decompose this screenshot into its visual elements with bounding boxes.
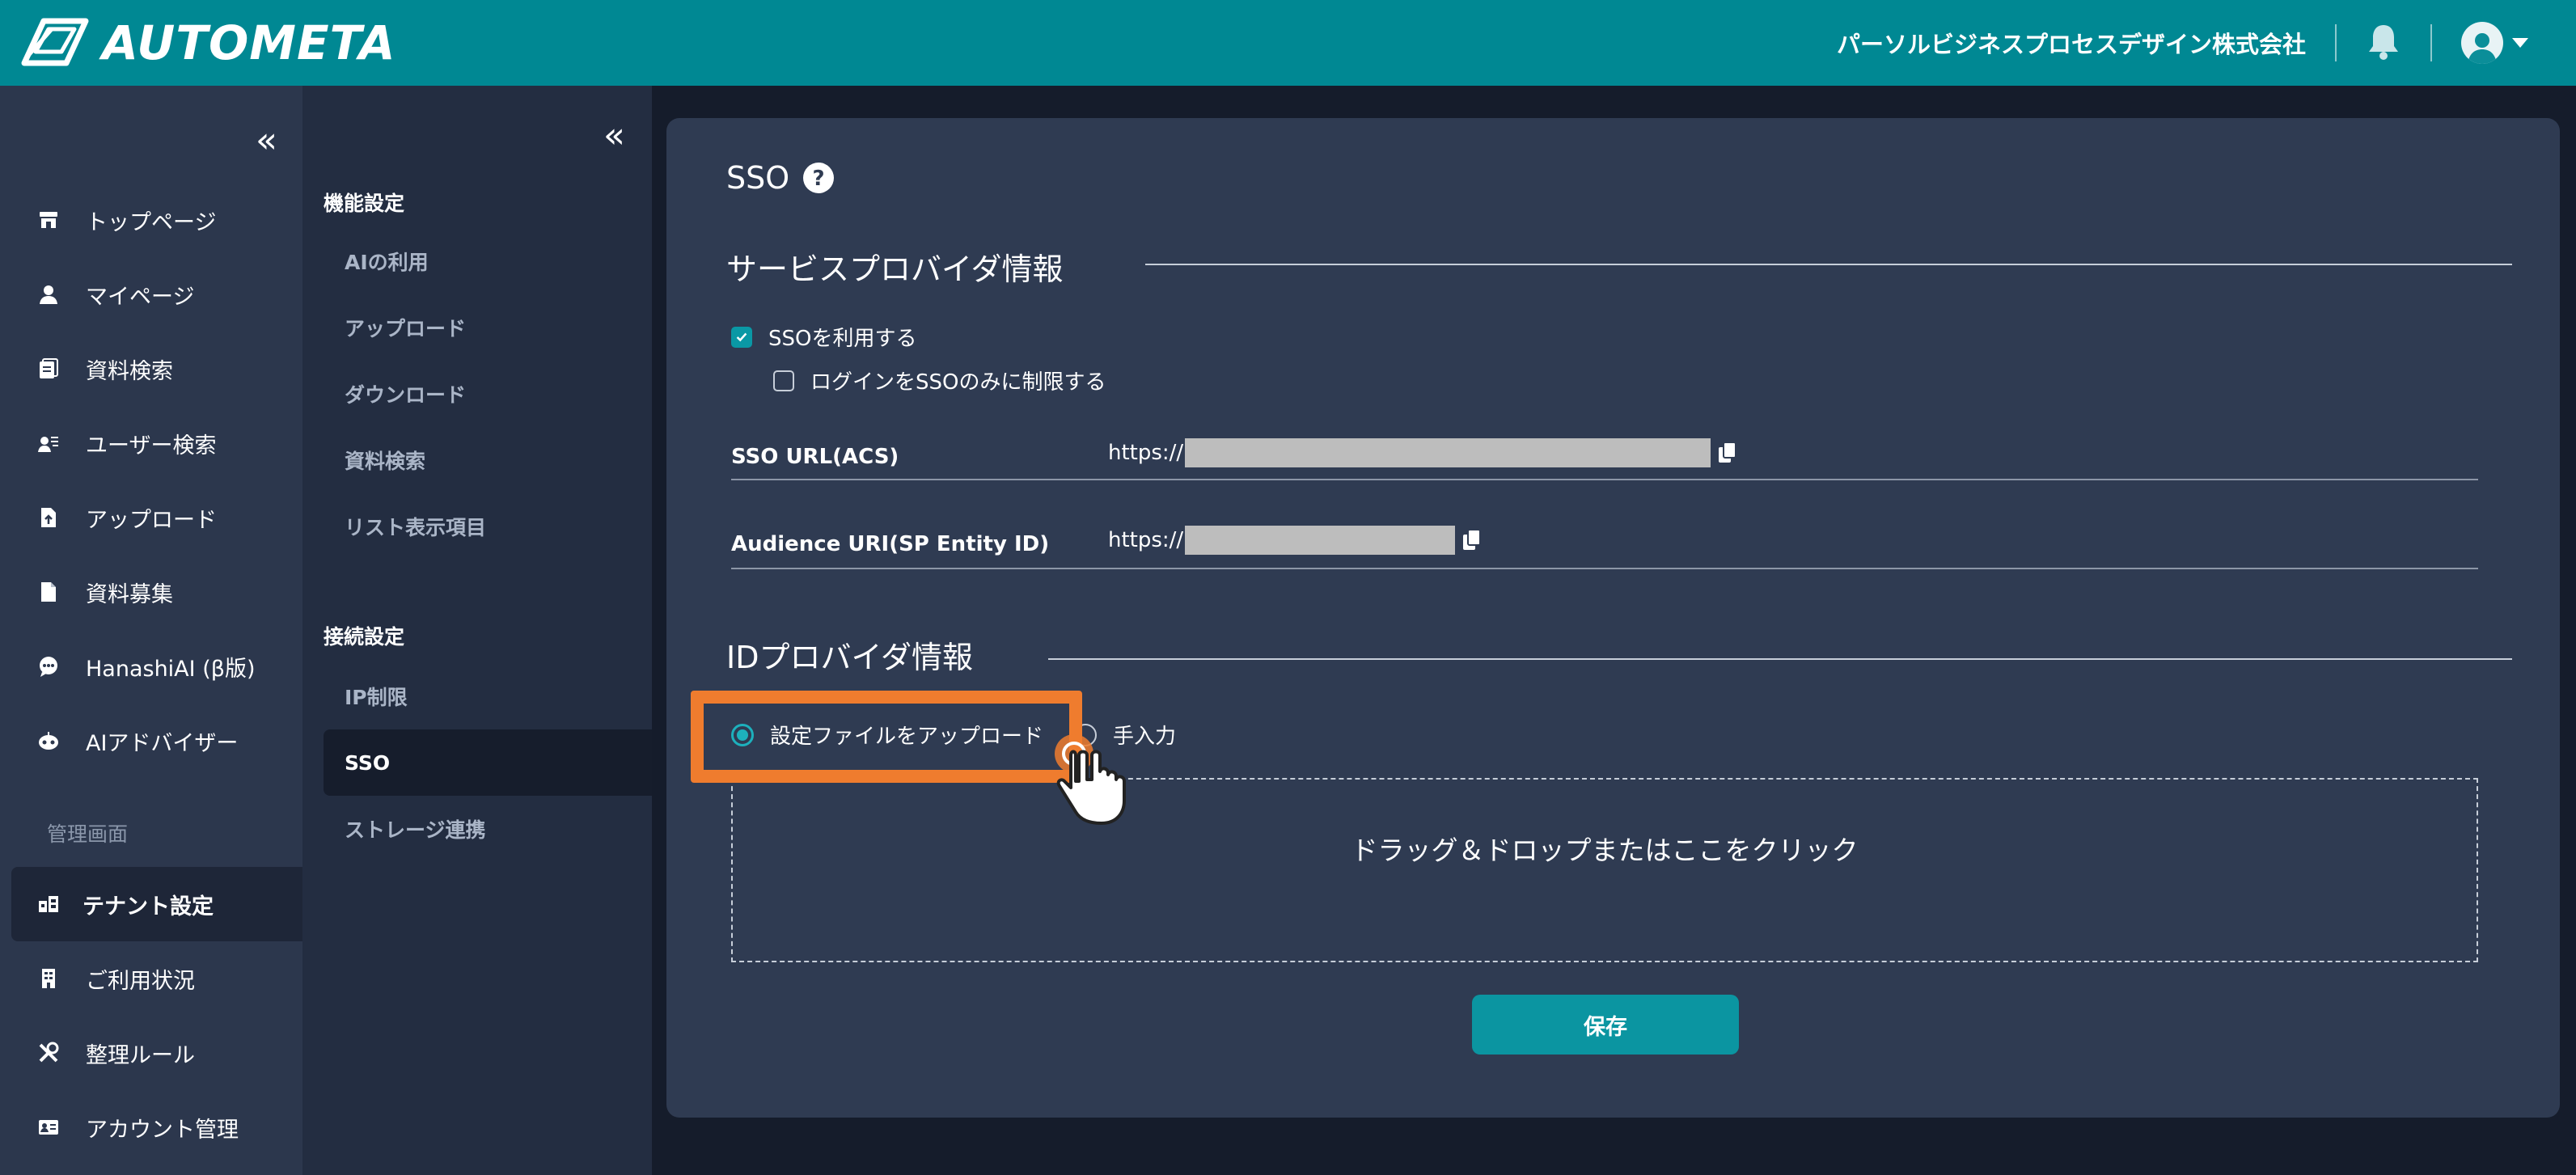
- sidebar-item-label: ユーザー検索: [86, 433, 217, 459]
- tools-icon: [36, 1040, 61, 1066]
- sidebar-item-label: アップロード: [86, 507, 217, 533]
- idp-section-title: IDプロバイダ情報: [726, 640, 973, 675]
- collapse-sidebar-icon[interactable]: «: [256, 123, 277, 158]
- caret-down-icon[interactable]: [2503, 34, 2529, 52]
- audience-uri-label: Audience URI(SP Entity ID): [731, 532, 1050, 556]
- document-search-icon: [36, 356, 61, 382]
- redacted-value: [1185, 526, 1456, 555]
- copy-icon[interactable]: [1717, 441, 1738, 465]
- sidebar-item-label: AIアドバイザー: [86, 730, 239, 756]
- use-sso-checkbox[interactable]: [731, 326, 752, 348]
- sso-url-prefix: https://: [1108, 441, 1184, 465]
- sso-url-value: https://: [1108, 438, 1738, 467]
- settings-subnav: « 機能設定 AIの利用 アップロード ダウンロード 資料検索 リスト表示項目 …: [302, 86, 652, 1175]
- pointer-hand-icon: [1055, 734, 1126, 825]
- main-sidebar: « トップページ マイページ 資料検索 ユーザー検索 アップロード 資料募集 H…: [0, 86, 302, 1175]
- collapse-subnav-icon[interactable]: «: [603, 118, 625, 154]
- restrict-sso-checkbox[interactable]: [773, 370, 794, 391]
- dropzone-text: ドラッグ＆ドロップまたはここをクリック: [1351, 835, 1859, 866]
- sidebar-item-hanashiai[interactable]: HanashiAI (β版): [0, 629, 302, 704]
- sidebar-item-label: HanashiAI (β版): [86, 656, 256, 682]
- person-icon: [36, 281, 61, 307]
- subnav-item-storage[interactable]: ストレージ連携: [324, 796, 652, 862]
- subnav-group-title: 接続設定: [324, 625, 405, 649]
- user-avatar-icon[interactable]: [2461, 22, 2503, 64]
- page-title-text: SSO: [726, 160, 790, 196]
- save-button[interactable]: 保存: [1472, 995, 1739, 1055]
- sidebar-item-label: トップページ: [86, 209, 217, 235]
- subnav-item-ip-restriction[interactable]: IP制限: [324, 663, 652, 729]
- file-upload-icon: [36, 505, 61, 530]
- row-divider: [731, 479, 2478, 480]
- subnav-item-upload[interactable]: アップロード: [324, 294, 652, 361]
- header-divider: [2430, 24, 2432, 61]
- svg-text:?: ?: [813, 167, 825, 191]
- sidebar-item-my-page[interactable]: マイページ: [0, 257, 302, 332]
- restrict-sso-checkbox-row[interactable]: ログインをSSOのみに制限する: [773, 366, 1106, 395]
- row-divider: [731, 568, 2478, 569]
- building-icon: [36, 966, 61, 991]
- admin-section-label: 管理画面: [47, 822, 129, 846]
- sidebar-item-label: 整理ルール: [86, 1042, 195, 1068]
- company-name: パーソルビジネスプロセスデザイン株式会社: [1836, 31, 2306, 58]
- sp-section-title: サービスプロバイダ情報: [726, 251, 1064, 287]
- section-divider: [1145, 264, 2512, 265]
- sidebar-item-label: ご利用状況: [86, 968, 195, 994]
- audience-uri-prefix: https://: [1108, 528, 1184, 552]
- sidebar-item-account[interactable]: アカウント管理: [0, 1090, 302, 1164]
- section-divider: [1048, 658, 2512, 660]
- file-dropzone[interactable]: ドラッグ＆ドロップまたはここをクリック: [731, 778, 2478, 962]
- user-search-icon: [36, 430, 61, 456]
- logo-icon: [16, 13, 91, 73]
- sidebar-item-ai-advisor[interactable]: AIアドバイザー: [0, 704, 302, 778]
- subnav-group-title: 機能設定: [324, 192, 405, 215]
- audience-uri-value: https://: [1108, 526, 1483, 555]
- subnav-item-list-display[interactable]: リスト表示項目: [324, 493, 652, 560]
- sidebar-item-rules[interactable]: 整理ルール: [0, 1016, 302, 1090]
- sidebar-item-label: 資料検索: [86, 358, 173, 384]
- sso-settings-card: SSO ? サービスプロバイダ情報 SSOを利用する ログインをSSOのみに制限…: [666, 118, 2560, 1118]
- sidebar-item-tenant-settings[interactable]: テナント設定: [11, 867, 302, 941]
- sidebar-item-label: テナント設定: [82, 894, 214, 919]
- subnav-item-download[interactable]: ダウンロード: [324, 361, 652, 427]
- sidebar-item-upload[interactable]: アップロード: [0, 480, 302, 555]
- help-icon[interactable]: ?: [802, 162, 835, 194]
- file-icon: [36, 579, 61, 605]
- store-icon: [36, 207, 61, 233]
- subnav-item-sso[interactable]: SSO: [324, 729, 652, 796]
- sidebar-item-document-search[interactable]: 資料検索: [0, 332, 302, 406]
- sidebar-item-document-request[interactable]: 資料募集: [0, 555, 302, 629]
- header-divider: [2335, 24, 2337, 61]
- sidebar-item-label: 資料募集: [86, 581, 173, 607]
- sidebar-item-label: アカウント管理: [86, 1117, 239, 1143]
- chat-icon: [36, 653, 61, 679]
- subnav-item-document-search[interactable]: 資料検索: [324, 427, 652, 493]
- use-sso-checkbox-row[interactable]: SSOを利用する: [731, 322, 916, 352]
- tenant-icon: [36, 891, 61, 917]
- tutorial-highlight-box: [691, 691, 1082, 783]
- page-title: SSO ?: [726, 160, 835, 196]
- logo-text: AUTOMETA: [102, 15, 396, 70]
- sidebar-item-user-search[interactable]: ユーザー検索: [0, 406, 302, 480]
- use-sso-label: SSOを利用する: [768, 327, 917, 351]
- logo[interactable]: AUTOMETA: [16, 13, 396, 73]
- sidebar-item-label: マイページ: [86, 284, 195, 310]
- top-header: AUTOMETA パーソルビジネスプロセスデザイン株式会社: [0, 0, 2576, 86]
- sidebar-item-top-page[interactable]: トップページ: [0, 183, 302, 257]
- copy-icon[interactable]: [1461, 528, 1483, 552]
- robot-icon: [36, 728, 61, 754]
- restrict-sso-label: ログインをSSOのみに制限する: [810, 370, 1106, 395]
- redacted-value: [1185, 438, 1711, 467]
- id-card-icon: [36, 1114, 61, 1140]
- bell-icon[interactable]: [2366, 22, 2401, 64]
- sidebar-item-usage[interactable]: ご利用状況: [0, 941, 302, 1016]
- sso-url-label: SSO URL(ACS): [731, 445, 899, 469]
- subnav-item-ai-usage[interactable]: AIの利用: [324, 228, 652, 294]
